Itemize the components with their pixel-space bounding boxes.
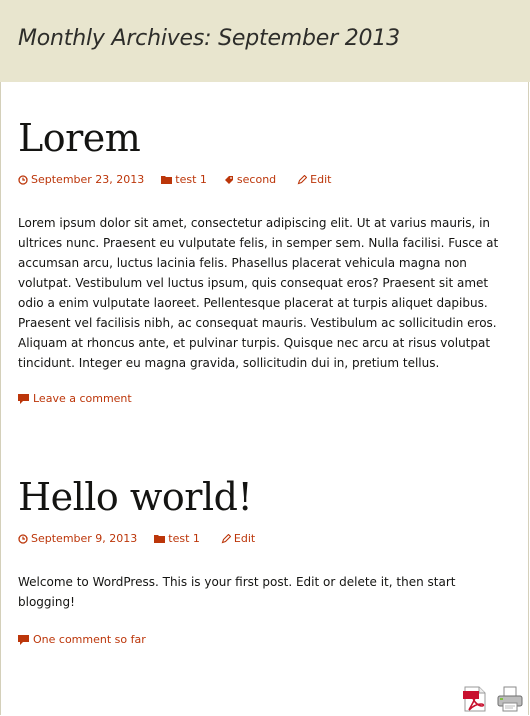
post-content: Welcome to WordPress. This is your first… <box>18 575 456 609</box>
clock-icon <box>18 174 28 185</box>
post-content: Lorem ipsum dolor sit amet, consectetur … <box>18 216 499 370</box>
comment-icon <box>18 394 29 404</box>
archive-title: Monthly Archives: September 2013 <box>18 26 400 51</box>
pencil-icon <box>221 533 231 543</box>
post-category-link[interactable]: test 1 <box>154 532 200 545</box>
pencil-icon <box>297 174 308 184</box>
post-category-link[interactable]: test 1 <box>161 173 207 186</box>
post-edit-label: Edit <box>233 532 256 545</box>
post-category: test 1 <box>175 173 207 186</box>
post-date-link[interactable]: September 23, 2013 <box>18 173 144 186</box>
post-edit-link[interactable]: Edit <box>221 532 255 545</box>
clock-icon <box>18 533 28 544</box>
post-date: September 23, 2013 <box>31 173 145 186</box>
archive-header: Monthly Archives: September 2013 <box>0 0 530 82</box>
post-meta: September 9, 2013 test 1 Edit <box>18 532 255 545</box>
leave-comment-label: Leave a comment <box>33 392 132 405</box>
pdf-icon[interactable] <box>463 686 487 712</box>
post-meta: September 23, 2013 test 1 second Edit <box>18 173 331 186</box>
leave-comment-link[interactable]: Leave a comment <box>18 392 132 405</box>
folder-icon <box>154 535 166 543</box>
tag-icon <box>224 175 233 184</box>
post-edit-link[interactable]: Edit <box>297 173 331 186</box>
post-title[interactable]: Hello world! <box>18 475 253 519</box>
printer-icon[interactable] <box>497 686 523 712</box>
post-tag: second <box>236 173 277 186</box>
post-edit-label: Edit <box>310 173 332 186</box>
comments-label: One comment so far <box>33 633 146 646</box>
folder-icon <box>161 176 173 184</box>
post-title[interactable]: Lorem <box>18 116 141 160</box>
comment-icon <box>18 635 29 645</box>
post-category: test 1 <box>168 532 200 545</box>
comments-link[interactable]: One comment so far <box>18 633 146 646</box>
post-date: September 9, 2013 <box>31 532 138 545</box>
post-date-link[interactable]: September 9, 2013 <box>18 532 137 545</box>
post-tag-link[interactable]: second <box>224 173 276 186</box>
